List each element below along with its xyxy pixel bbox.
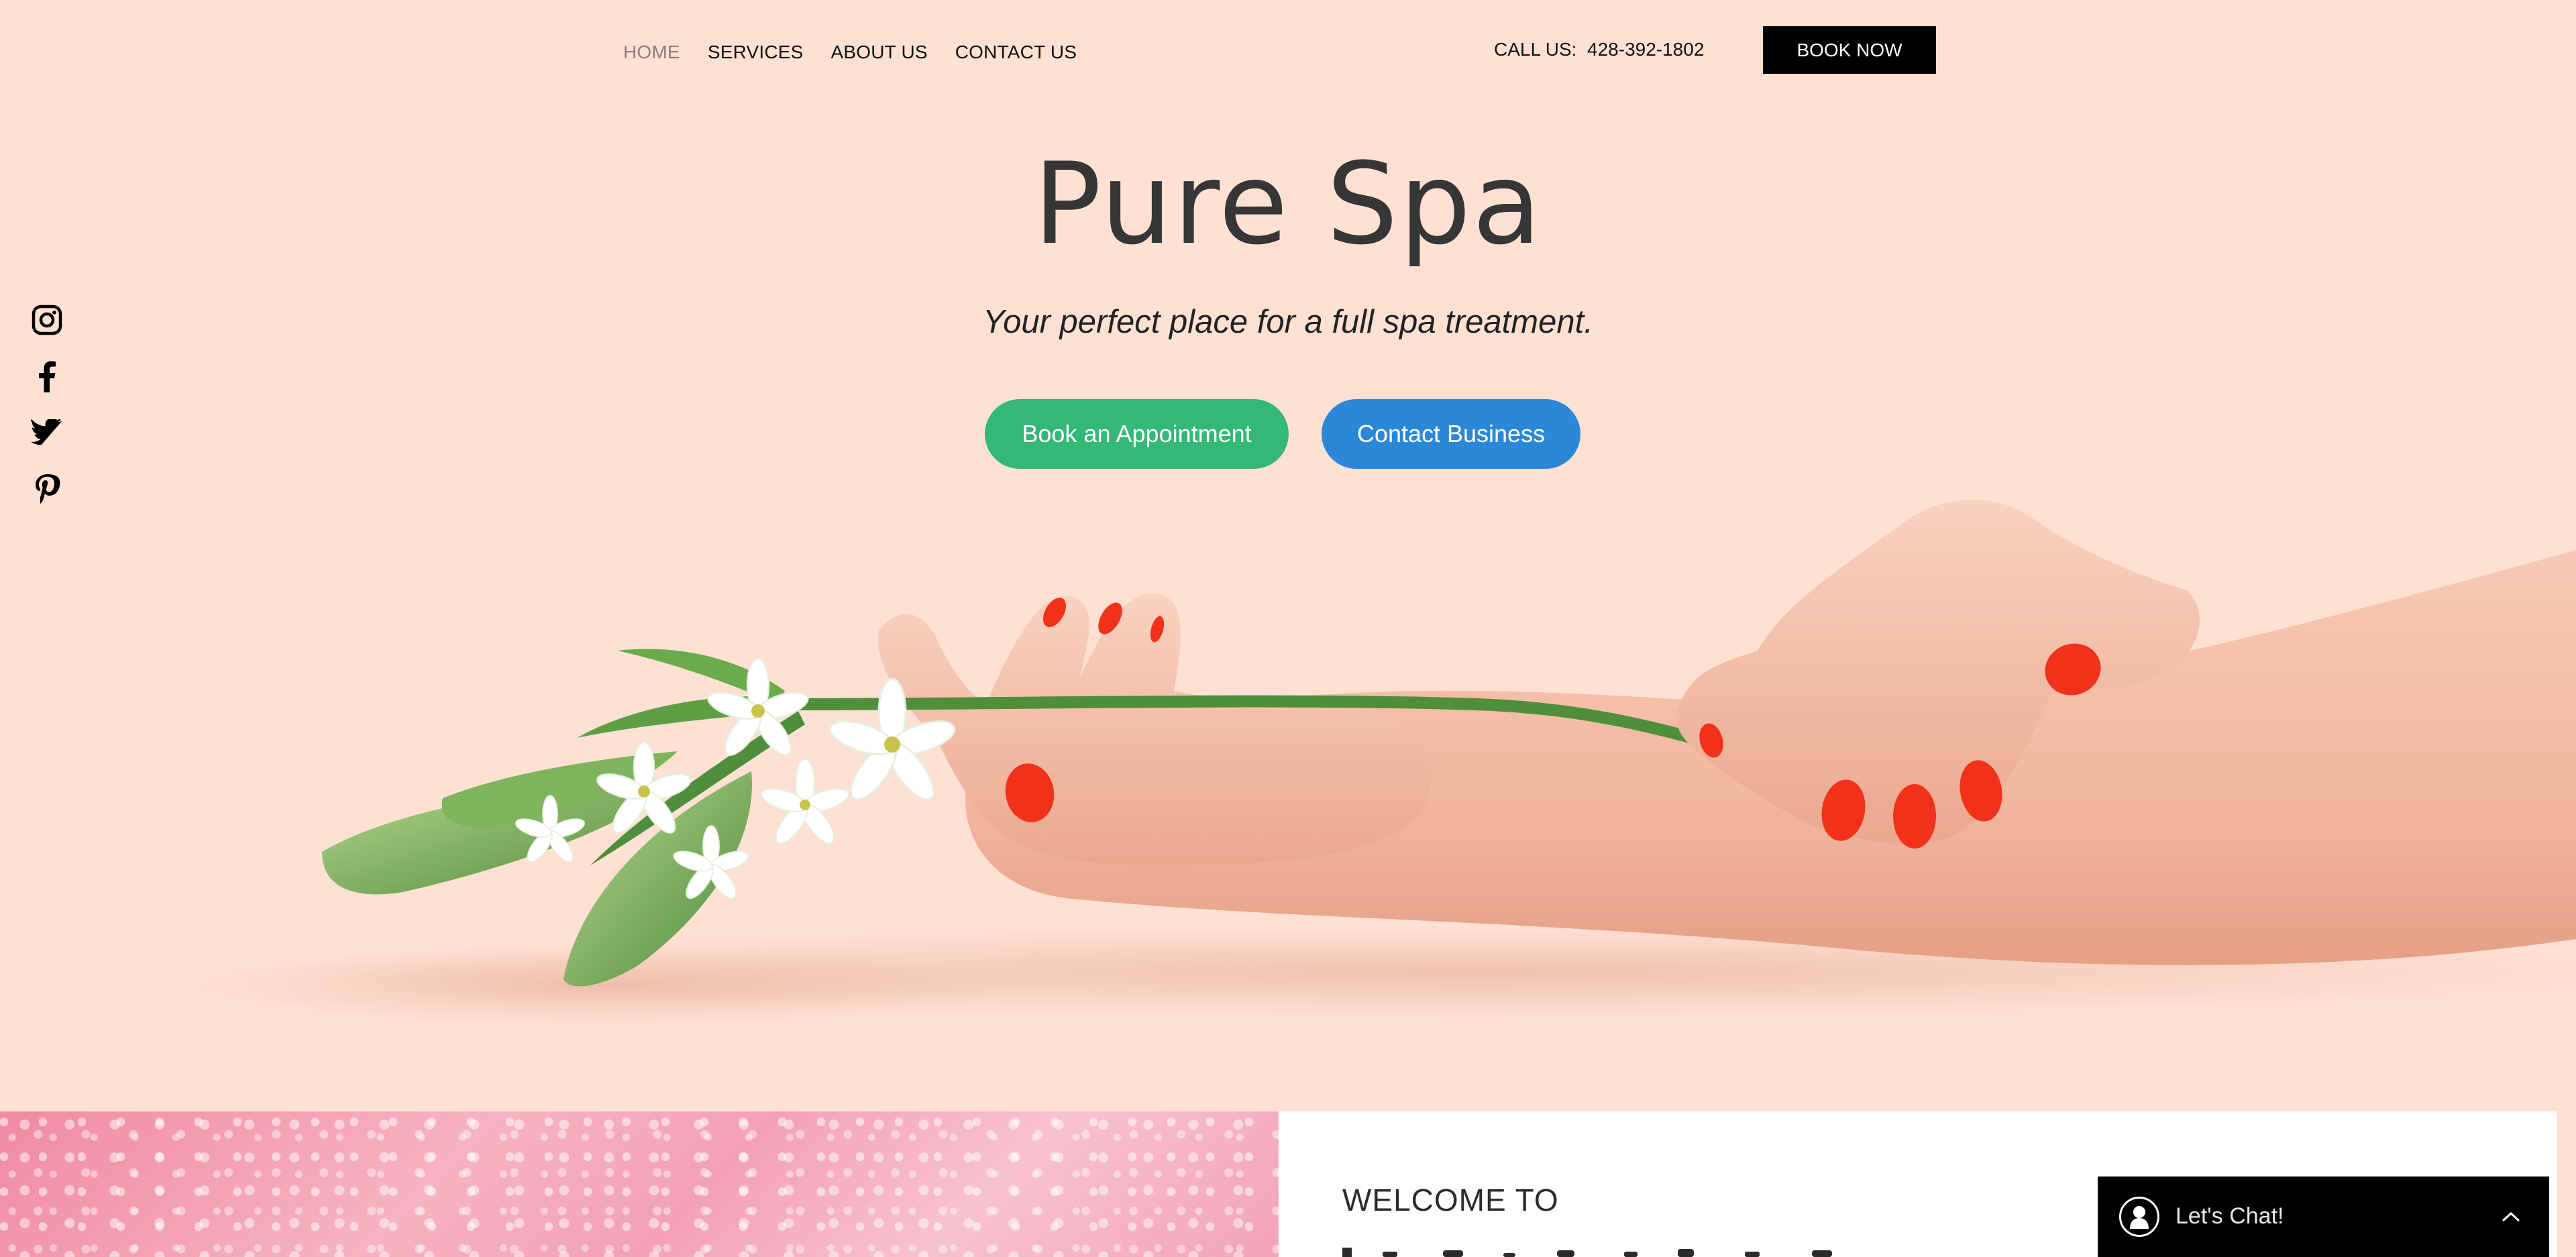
nav-item-contact-us[interactable]: CONTACT US [955,42,1077,63]
main-nav: HOME SERVICES ABOUT US CONTACT US [623,42,1104,63]
phone-number[interactable]: 428-392-1802 [1587,39,1704,60]
facebook-icon[interactable] [30,361,64,392]
hero-subtitle: Your perfect place for a full spa treatm… [983,304,1593,340]
pink-salt-image [0,1111,1279,1257]
twitter-icon[interactable] [30,417,64,448]
page: HOME SERVICES ABOUT US CONTACT US CALL U… [0,0,2576,1257]
call-us-label: CALL US: [1494,39,1577,60]
book-appointment-button[interactable]: Book an Appointment [985,399,1289,469]
nav-item-about-us[interactable]: ABOUT US [831,42,928,63]
nav-item-home[interactable]: HOME [623,42,680,63]
hero-title: Pure Spa [1033,138,1543,270]
chat-label: Let's Chat! [2176,1203,2284,1229]
call-us-info: CALL US: 428-392-1802 [1494,39,1704,60]
hero-image [188,499,2576,1026]
nav-item-services[interactable]: SERVICES [708,42,804,63]
book-now-button[interactable]: BOOK NOW [1763,26,1936,74]
welcome-heading: WELCOME TO [1342,1183,1559,1217]
welcome-title-peek [1342,1238,1866,1257]
chevron-up-icon[interactable] [2500,1206,2522,1227]
chat-widget[interactable]: Let's Chat! [2098,1177,2549,1257]
contact-business-button[interactable]: Contact Business [1322,399,1580,469]
chat-avatar-icon [2119,1197,2159,1237]
